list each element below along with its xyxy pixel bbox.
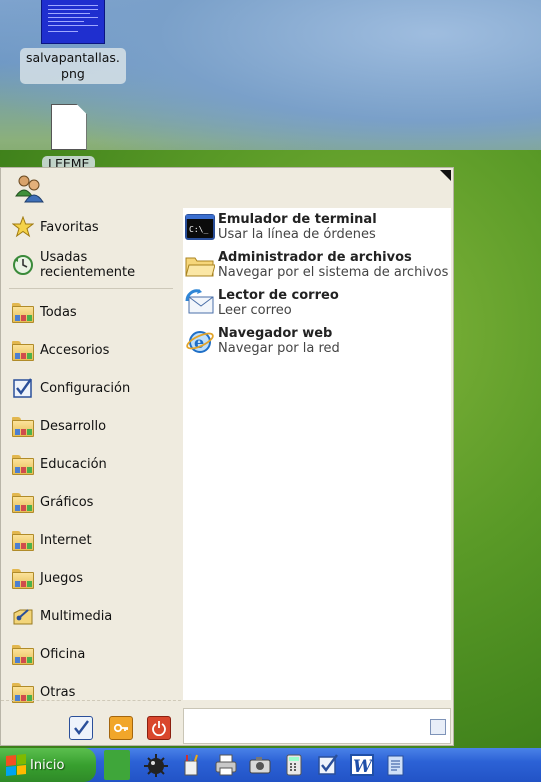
app-title: Lector de correo [218, 288, 339, 303]
file-manager-icon [185, 250, 215, 280]
category-label: Configuración [40, 380, 131, 396]
search-input[interactable] [188, 711, 422, 743]
category-label: Accesorios [40, 342, 110, 358]
settings-icon [11, 376, 35, 400]
printer-icon[interactable] [214, 753, 238, 777]
mine-icon[interactable] [144, 753, 168, 777]
category-desarrollo[interactable]: Desarrollo [1, 407, 181, 445]
category-label: Desarrollo [40, 418, 107, 434]
desktop-icon-readme[interactable]: LEEME [42, 104, 96, 170]
category-oficina[interactable]: Oficina [1, 635, 181, 673]
category-educacion[interactable]: Educación [1, 445, 181, 483]
divider [9, 288, 173, 289]
folder-icon [11, 300, 35, 324]
app-subtitle: Leer correo [218, 303, 292, 318]
settings-check-icon[interactable] [316, 753, 340, 777]
category-label: Usadas recientemente [40, 250, 136, 280]
search-box[interactable] [183, 708, 451, 744]
svg-text:W: W [353, 757, 374, 777]
folder-icon [11, 528, 35, 552]
star-icon [11, 215, 35, 239]
category-label: Juegos [40, 570, 84, 586]
terminal-icon: C:\_ [185, 212, 215, 242]
start-button[interactable]: Inicio [0, 748, 96, 782]
app-title: Emulador de terminal [218, 212, 377, 227]
category-label: Internet [40, 532, 92, 548]
folder-icon [11, 566, 35, 590]
category-graficos[interactable]: Gráficos [1, 483, 181, 521]
folder-icon [11, 680, 35, 704]
folder-icon [11, 452, 35, 476]
folder-icon [11, 490, 35, 514]
document-icon [50, 104, 87, 150]
app-title: Navegador web [218, 326, 333, 341]
category-label: Educación [40, 456, 107, 472]
category-todas[interactable]: Todas [1, 293, 181, 331]
mail-icon [185, 288, 215, 318]
category-accesorios[interactable]: Accesorios [1, 331, 181, 369]
image-thumbnail-icon [40, 0, 105, 44]
app-title: Administrador de archivos [218, 250, 412, 265]
category-label: Multimedia [40, 608, 113, 624]
category-label: Oficina [40, 646, 86, 662]
app-subtitle: Navegar por la red [218, 341, 340, 356]
app-terminal[interactable]: C:\_ Emulador de terminal Usar la línea … [183, 208, 451, 246]
lock-icon[interactable] [109, 716, 133, 740]
app-subtitle: Navegar por el sistema de archivos [218, 265, 449, 280]
category-list: Favoritas Usadas recientemente Todas Acc… [1, 208, 181, 703]
taskbar-active-slot[interactable] [104, 750, 130, 780]
paint-icon[interactable] [180, 753, 204, 777]
menu-bottom-actions [1, 700, 181, 747]
calculator-icon[interactable] [282, 753, 306, 777]
start-menu: Favoritas Usadas recientemente Todas Acc… [0, 167, 454, 746]
app-subtitle: Usar la línea de órdenes [218, 227, 376, 242]
users-icon[interactable] [13, 172, 45, 204]
word-processor-icon[interactable]: W [350, 753, 374, 777]
start-label: Inicio [30, 757, 65, 773]
taskbar: Inicio W [0, 748, 541, 782]
windows-logo-icon [6, 753, 26, 777]
recent-icon [11, 253, 35, 277]
search-icon[interactable] [430, 719, 446, 735]
svg-text:C:\_: C:\_ [189, 225, 208, 234]
category-favoritas[interactable]: Favoritas [1, 208, 181, 246]
category-multimedia[interactable]: Multimedia [1, 597, 181, 635]
category-label: Gráficos [40, 494, 94, 510]
category-label: Favoritas [40, 219, 99, 235]
folder-icon [11, 414, 35, 438]
desktop-icon-screenshot[interactable]: salvapantallas. png [20, 0, 126, 84]
category-juegos[interactable]: Juegos [1, 559, 181, 597]
category-configuracion[interactable]: Configuración [1, 369, 181, 407]
settings-icon[interactable] [69, 716, 93, 740]
menu-header [1, 168, 453, 208]
notepad-icon[interactable] [384, 753, 408, 777]
category-usadas-recientemente[interactable]: Usadas recientemente [1, 246, 181, 284]
web-browser-icon: e [185, 326, 215, 356]
app-list: C:\_ Emulador de terminal Usar la línea … [183, 208, 451, 700]
category-internet[interactable]: Internet [1, 521, 181, 559]
app-mail[interactable]: Lector de correo Leer correo [183, 284, 451, 322]
desktop-icon-label: salvapantallas. png [20, 48, 126, 84]
category-label: Otras [40, 684, 76, 700]
multimedia-icon [11, 604, 35, 628]
folder-icon [11, 338, 35, 362]
app-web-browser[interactable]: e Navegador web Navegar por la red [183, 322, 451, 360]
app-file-manager[interactable]: Administrador de archivos Navegar por el… [183, 246, 451, 284]
category-label: Todas [40, 304, 77, 320]
menu-resize-corner-icon[interactable] [440, 170, 451, 181]
folder-icon [11, 642, 35, 666]
camera-icon[interactable] [248, 753, 272, 777]
logout-icon[interactable] [147, 716, 171, 740]
